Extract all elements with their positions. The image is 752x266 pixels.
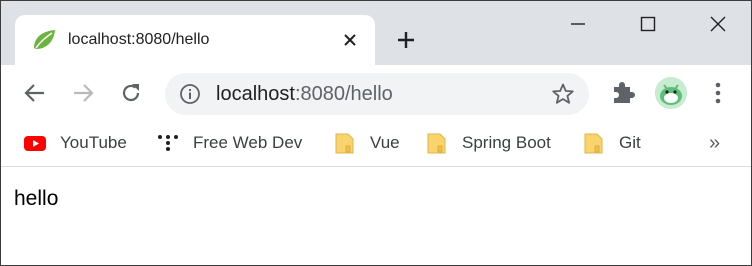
avatar-icon — [655, 77, 687, 109]
url-path: :8080/hello — [294, 83, 393, 105]
tab-close-button[interactable] — [339, 29, 361, 51]
window-close-button[interactable] — [703, 11, 733, 37]
toolbar: localhost:8080/hello — [1, 65, 751, 121]
close-icon — [344, 34, 356, 46]
url-text[interactable]: localhost:8080/hello — [216, 83, 393, 106]
info-icon[interactable] — [179, 83, 201, 105]
bookmark-star-icon[interactable] — [551, 82, 575, 106]
youtube-icon — [24, 136, 46, 151]
minimize-button[interactable] — [563, 11, 593, 37]
profile-avatar[interactable] — [655, 77, 687, 109]
folder-icon — [335, 133, 354, 154]
tab-active[interactable]: localhost:8080/hello — [15, 15, 375, 65]
url-host: localhost — [216, 83, 295, 105]
bookmark-folder-vue[interactable]: Vue — [334, 129, 400, 157]
maximize-button[interactable] — [633, 11, 663, 37]
maximize-icon — [640, 16, 656, 32]
forward-button[interactable] — [69, 79, 97, 107]
close-icon — [710, 16, 726, 32]
bookmarks-bar: YouTube Free Web Dev Vue Spring Boot Git… — [1, 121, 751, 167]
page-content: hello — [1, 168, 751, 265]
bookmark-label: YouTube — [60, 133, 127, 152]
tab-title: localhost:8080/hello — [68, 31, 210, 48]
dots-logo-icon — [158, 135, 178, 151]
reload-icon — [122, 84, 140, 102]
back-button[interactable] — [21, 79, 49, 107]
tab-strip: localhost:8080/hello — [1, 1, 751, 65]
back-arrow-icon — [24, 84, 44, 102]
bookmark-folder-git[interactable]: Git — [583, 129, 641, 157]
forward-arrow-icon — [74, 84, 94, 102]
page-body-text: hello — [14, 187, 59, 210]
browser-window: localhost:8080/hello localhost:8080/hell… — [0, 0, 752, 266]
bookmark-youtube[interactable]: YouTube — [24, 129, 127, 157]
bookmark-label: Vue — [370, 133, 400, 152]
bookmark-folder-spring-boot[interactable]: Spring Boot — [426, 129, 551, 157]
plus-icon — [398, 32, 414, 48]
bookmark-label: Free Web Dev — [193, 133, 303, 152]
folder-icon — [584, 133, 603, 154]
address-bar[interactable]: localhost:8080/hello — [165, 73, 589, 115]
new-tab-button[interactable] — [393, 27, 419, 53]
spring-leaf-icon — [34, 30, 55, 49]
extensions-puzzle-icon[interactable] — [610, 79, 636, 105]
bookmark-free-web-dev[interactable]: Free Web Dev — [157, 129, 302, 157]
bookmark-label: Git — [619, 133, 641, 152]
reload-button[interactable] — [117, 79, 145, 107]
bookmark-label: Spring Boot — [462, 133, 551, 152]
more-vert-icon[interactable] — [709, 79, 727, 107]
folder-icon — [427, 133, 446, 154]
bookmarks-overflow-button[interactable]: » — [709, 129, 720, 157]
minimize-icon — [571, 23, 585, 25]
